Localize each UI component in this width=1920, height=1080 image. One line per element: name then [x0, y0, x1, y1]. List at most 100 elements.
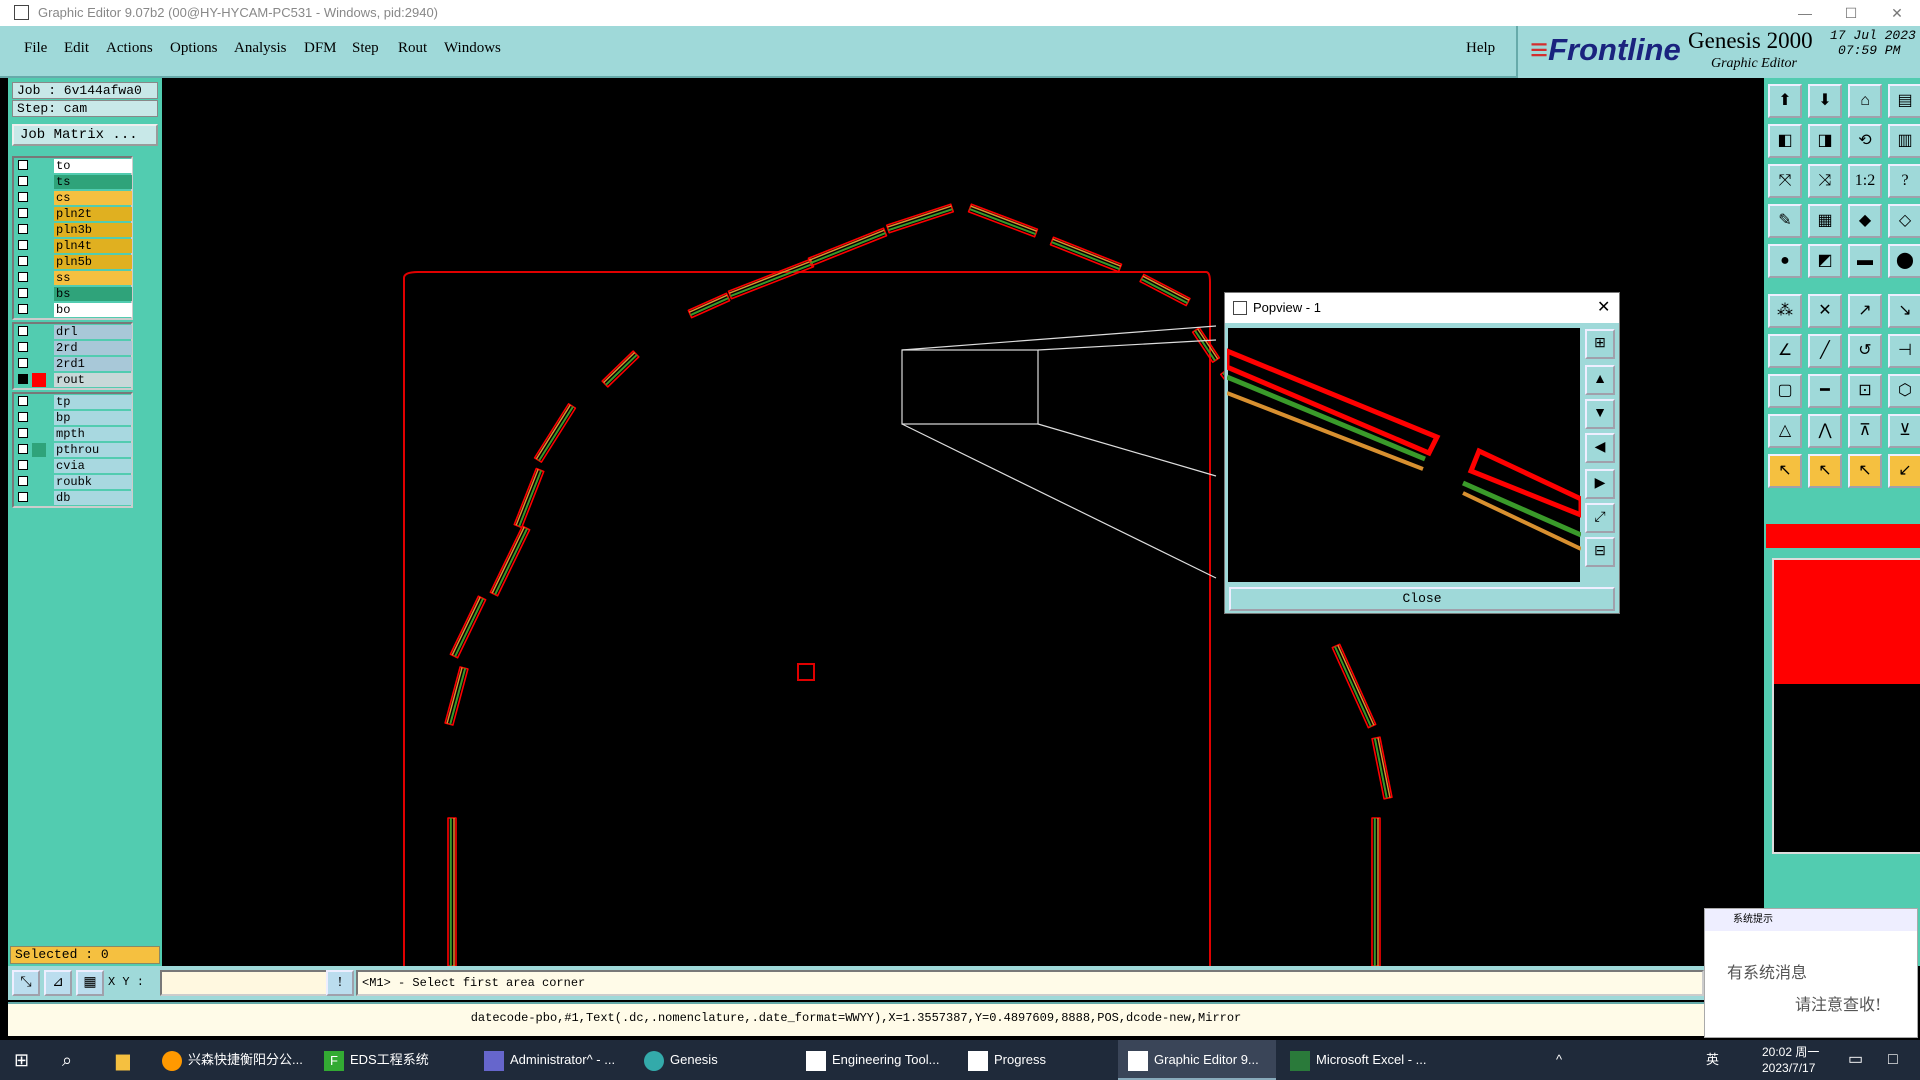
taskbar-item-0[interactable]: 兴森快捷衡阳分公... — [162, 1040, 303, 1080]
edit-icon[interactable]: ✎ — [1768, 204, 1802, 238]
layer-row-db[interactable]: db — [14, 490, 132, 506]
cut-icon[interactable]: ⊻ — [1888, 414, 1920, 448]
layer-checkbox[interactable] — [18, 444, 28, 454]
popview-pan-up-button[interactable]: ▲ — [1585, 365, 1615, 395]
layer-checkbox[interactable] — [18, 256, 28, 266]
layer-row-pln5b[interactable]: pln5b — [14, 254, 132, 270]
layer-checkbox[interactable] — [18, 224, 28, 234]
layer-checkbox[interactable] — [18, 304, 28, 314]
taskbar-item-2[interactable]: Administrator^ - ... — [484, 1040, 615, 1080]
menu-step[interactable]: Step — [352, 40, 379, 57]
layer-checkbox[interactable] — [18, 342, 28, 352]
search-icon[interactable]: ⌕ — [62, 1040, 72, 1080]
layer-row-drl[interactable]: drl — [14, 324, 132, 340]
zoom-fit-icon[interactable]: ⤧ — [1768, 164, 1802, 198]
layer-checkbox[interactable] — [18, 374, 28, 384]
taskbar-item-7[interactable]: Microsoft Excel - ... — [1290, 1040, 1427, 1080]
popview-pan-right-button[interactable]: ▶ — [1585, 469, 1615, 499]
pad-add-icon[interactable]: ● — [1768, 244, 1802, 278]
layer-row-2rd[interactable]: 2rd — [14, 340, 132, 356]
layer-name[interactable]: db — [54, 491, 132, 505]
menu-windows[interactable]: Windows — [444, 40, 501, 57]
layer-checkbox[interactable] — [18, 460, 28, 470]
maximize-button[interactable]: ☐ — [1828, 0, 1874, 26]
layer-checkbox[interactable] — [18, 176, 28, 186]
move-icon[interactable]: ↗ — [1848, 294, 1882, 328]
pointer-icon[interactable]: ↖ — [1768, 454, 1802, 488]
menu-edit[interactable]: Edit — [64, 40, 89, 57]
start-icon[interactable]: ⊞ — [14, 1040, 29, 1080]
layer-row-bs[interactable]: bs — [14, 286, 132, 302]
popview-close-button[interactable]: Close — [1229, 587, 1615, 611]
popview-zoom-in-button[interactable]: ⊞ — [1585, 329, 1615, 359]
layer-row-cvia[interactable]: cvia — [14, 458, 132, 474]
clock-date[interactable]: 2023/7/17 — [1762, 1060, 1815, 1076]
clock-time[interactable]: 20:02 周一 — [1762, 1044, 1819, 1060]
layer-up-icon[interactable]: ⬆ — [1768, 84, 1802, 118]
layer-row-mpth[interactable]: mpth — [14, 426, 132, 442]
popview-zoom-out-button[interactable]: ⊟ — [1585, 537, 1615, 567]
layer-checkbox[interactable] — [18, 358, 28, 368]
ime-indicator[interactable]: 英 — [1706, 1040, 1719, 1080]
zoom-area-icon[interactable]: ⤨ — [1808, 164, 1842, 198]
layer-row-pln3b[interactable]: pln3b — [14, 222, 132, 238]
layer-name[interactable]: pln3b — [54, 223, 132, 237]
zoom-ratio-icon[interactable]: 1:2 — [1848, 164, 1882, 198]
taskbar-item-3[interactable]: Genesis — [644, 1040, 718, 1080]
taskbar-item-1[interactable]: F EDS工程系统 — [324, 1040, 429, 1080]
layer-row-ts[interactable]: ts — [14, 174, 132, 190]
layer-name[interactable]: pln4t — [54, 239, 132, 253]
layer-checkbox[interactable] — [18, 476, 28, 486]
layer-row-pthrou[interactable]: pthrou — [14, 442, 132, 458]
layer-name[interactable]: pthrou — [54, 443, 132, 457]
layer-name[interactable]: cvia — [54, 459, 132, 473]
menu-file[interactable]: File — [24, 40, 47, 57]
shape-icon[interactable]: ⬡ — [1888, 374, 1920, 408]
mini-preview[interactable] — [1772, 558, 1920, 854]
popview-close-icon[interactable]: ✕ — [1597, 293, 1610, 323]
taskbar-item-6[interactable]: Graphic Editor 9... — [1118, 1040, 1276, 1080]
layer-row-pln4t[interactable]: pln4t — [14, 238, 132, 254]
help-icon[interactable]: ? — [1888, 164, 1920, 198]
job-matrix-button[interactable]: Job Matrix ... — [12, 124, 158, 146]
layer-name[interactable]: 2rd — [54, 341, 132, 355]
net-icon[interactable]: ◇ — [1888, 204, 1920, 238]
triangle-icon[interactable]: △ — [1768, 414, 1802, 448]
menu-rout[interactable]: Rout — [398, 40, 427, 57]
snap-icon[interactable]: ⁂ — [1768, 294, 1802, 328]
layer-name[interactable]: drl — [54, 325, 132, 339]
layer-row-ss[interactable]: ss — [14, 270, 132, 286]
layer-row-to[interactable]: to — [14, 158, 132, 174]
pan-right-icon[interactable]: ◨ — [1808, 124, 1842, 158]
surface-icon[interactable]: ◩ — [1808, 244, 1842, 278]
menu-help[interactable]: Help — [1466, 40, 1495, 57]
system-notification[interactable]: 系统提示 有系统消息 请注意查收! — [1704, 908, 1918, 1038]
layer-checkbox[interactable] — [18, 192, 28, 202]
layer-name[interactable]: roubk — [54, 475, 132, 489]
copy-icon[interactable]: ↘ — [1888, 294, 1920, 328]
angle-icon[interactable]: ∠ — [1768, 334, 1802, 368]
layer-row-bo[interactable]: bo — [14, 302, 132, 318]
layer-name[interactable]: bs — [54, 287, 132, 301]
measure-icon[interactable]: ⊿ — [44, 970, 72, 996]
pan-left-icon[interactable]: ◧ — [1768, 124, 1802, 158]
layer-checkbox[interactable] — [18, 326, 28, 336]
line-icon[interactable]: ╱ — [1808, 334, 1842, 368]
grid-icon[interactable]: ▦ — [1808, 204, 1842, 238]
line-add-icon[interactable]: ▬ — [1848, 244, 1882, 278]
notification-icon[interactable]: □ — [1888, 1040, 1898, 1080]
undo-icon[interactable]: ↺ — [1848, 334, 1882, 368]
layer-checkbox[interactable] — [18, 288, 28, 298]
fill-icon[interactable]: ⬤ — [1888, 244, 1920, 278]
popview-fit-button[interactable]: ⤢ — [1585, 503, 1615, 533]
layer-name[interactable]: pln2t — [54, 207, 132, 221]
drag-icon[interactable]: ↙ — [1888, 454, 1920, 488]
tray-chevron-icon[interactable]: ^ — [1556, 1040, 1562, 1080]
layer-name[interactable]: bo — [54, 303, 132, 317]
layer-row-bp[interactable]: bp — [14, 410, 132, 426]
layer-checkbox[interactable] — [18, 428, 28, 438]
layer-name[interactable]: rout — [54, 373, 132, 387]
rotate-icon[interactable]: ⟲ — [1848, 124, 1882, 158]
layer-checkbox[interactable] — [18, 396, 28, 406]
popview-pan-left-button[interactable]: ◀ — [1585, 433, 1615, 463]
